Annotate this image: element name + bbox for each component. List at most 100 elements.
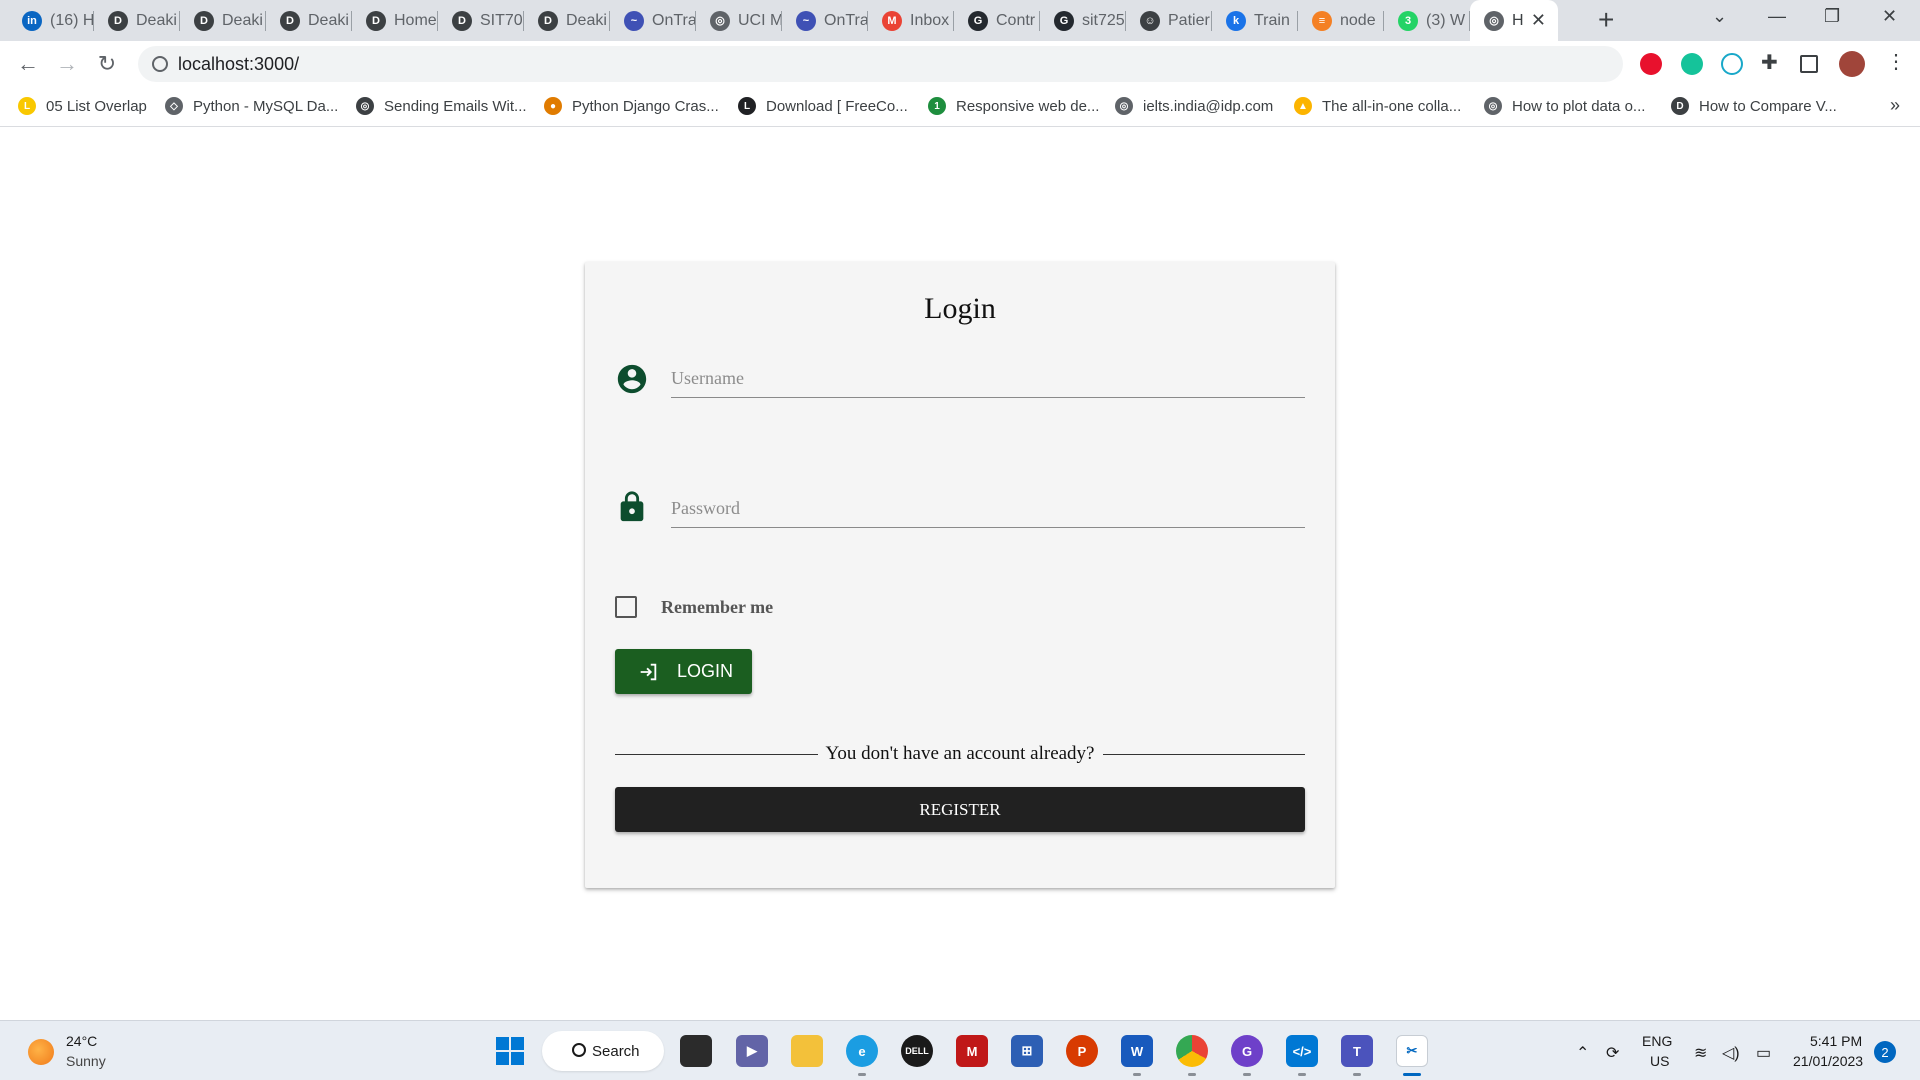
reload-button[interactable]: ↻ bbox=[93, 51, 121, 77]
browser-tab[interactable]: D Home bbox=[352, 0, 438, 41]
new-tab-button[interactable]: + bbox=[1598, 6, 1614, 34]
browser-tab[interactable]: Gsit725 bbox=[1040, 0, 1126, 41]
password-field[interactable] bbox=[671, 484, 1305, 528]
password-input[interactable] bbox=[671, 484, 1305, 527]
clock-date[interactable]: 21/01/2023 bbox=[1793, 1053, 1863, 1069]
profile-avatar[interactable] bbox=[1839, 51, 1865, 77]
bookmark-item[interactable]: L 05 List Overlap bbox=[18, 97, 147, 115]
word-icon[interactable]: W bbox=[1121, 1035, 1153, 1067]
volume-icon[interactable]: ◁) bbox=[1722, 1043, 1740, 1063]
weather-description[interactable]: Sunny bbox=[66, 1053, 106, 1069]
github-desktop-icon[interactable]: G bbox=[1231, 1035, 1263, 1067]
bookmark-label: ielts.india@idp.com bbox=[1143, 97, 1274, 115]
battery-icon[interactable]: ▭ bbox=[1756, 1043, 1771, 1063]
browser-tab[interactable]: ◎ UCI M bbox=[696, 0, 782, 41]
address-bar[interactable]: localhost:3000/ bbox=[138, 46, 1623, 82]
site-info-icon[interactable] bbox=[152, 56, 168, 72]
tab-search-icon[interactable]: ⌄ bbox=[1712, 6, 1727, 27]
weather-temperature[interactable]: 24°C bbox=[66, 1033, 97, 1049]
grammarly-extension-icon[interactable] bbox=[1681, 53, 1703, 75]
bookmark-item[interactable]: 1 Responsive web de... bbox=[928, 97, 1099, 115]
username-field[interactable] bbox=[671, 354, 1305, 398]
gmail-icon: M bbox=[882, 10, 902, 31]
minimize-button[interactable]: — bbox=[1768, 6, 1786, 27]
bookmark-label: How to plot data o... bbox=[1512, 97, 1646, 115]
chrome-icon[interactable] bbox=[1176, 1035, 1208, 1067]
taskbar-search-label: Search bbox=[592, 1042, 640, 1060]
browser-tab[interactable]: ~ OnTra bbox=[610, 0, 696, 41]
username-input[interactable] bbox=[671, 354, 1305, 397]
login-button[interactable]: LOGIN bbox=[615, 649, 752, 694]
dell-icon[interactable]: DELL bbox=[901, 1035, 933, 1067]
show-hidden-icons-chevron[interactable]: ⌃ bbox=[1576, 1043, 1589, 1063]
extensions-puzzle-icon[interactable]: ✚ bbox=[1761, 50, 1783, 74]
clock-time[interactable]: 5:41 PM bbox=[1810, 1033, 1862, 1049]
close-window-button[interactable]: ✕ bbox=[1882, 6, 1897, 27]
bookmark-item[interactable]: ◎ How to plot data o... bbox=[1484, 97, 1645, 115]
bookmark-item[interactable]: ◇ Python - MySQL Da... bbox=[165, 97, 338, 115]
windows-start-icon[interactable] bbox=[494, 1035, 526, 1067]
browser-tab[interactable]: ≡ node bbox=[1298, 0, 1384, 41]
bookmark-label: Download [ FreeCo... bbox=[766, 97, 908, 115]
browser-tab[interactable]: D Deaki bbox=[180, 0, 266, 41]
restore-button[interactable]: ❐ bbox=[1824, 6, 1840, 27]
input-language[interactable]: ENG bbox=[1642, 1033, 1672, 1049]
browser-tab[interactable]: M Inbox bbox=[868, 0, 954, 41]
address-url[interactable]: localhost:3000/ bbox=[178, 54, 299, 75]
login-arrow-icon bbox=[640, 663, 657, 680]
browser-tab[interactable]: ~ OnTra bbox=[782, 0, 868, 41]
forward-button[interactable]: → bbox=[53, 51, 81, 77]
edge-icon[interactable]: e bbox=[846, 1035, 878, 1067]
close-tab-icon[interactable]: ✕ bbox=[1531, 10, 1546, 31]
bookmark-item[interactable]: ● Python Django Cras... bbox=[544, 97, 719, 115]
diamond-icon: ◇ bbox=[165, 97, 183, 115]
deakin-icon: D bbox=[1671, 97, 1689, 115]
browser-tab[interactable]: D Deaki bbox=[94, 0, 180, 41]
vscode-icon[interactable]: </> bbox=[1286, 1035, 1318, 1067]
opera-extension-icon[interactable] bbox=[1640, 53, 1662, 75]
bookmark-item[interactable]: ◎ ielts.india@idp.com bbox=[1115, 97, 1273, 115]
teams-icon[interactable]: T bbox=[1341, 1035, 1373, 1067]
microsoft-store-icon[interactable]: ⊞ bbox=[1011, 1035, 1043, 1067]
task-view-icon[interactable] bbox=[680, 1035, 712, 1067]
deakin-icon: D bbox=[538, 10, 558, 31]
browser-tab[interactable]: D Deaki bbox=[524, 0, 610, 41]
back-button[interactable]: ← bbox=[14, 51, 42, 77]
globe-icon: ◎ bbox=[1484, 97, 1502, 115]
bookmark-item[interactable]: D How to Compare V... bbox=[1671, 97, 1837, 115]
register-button[interactable]: REGISTER bbox=[615, 787, 1305, 832]
browser-tab[interactable]: ◎ H ✕ bbox=[1470, 0, 1558, 41]
snipping-tool-icon[interactable]: ✂ bbox=[1396, 1035, 1428, 1067]
notification-badge[interactable]: 2 bbox=[1874, 1041, 1896, 1063]
bookmark-item[interactable]: ◎ Sending Emails Wit... bbox=[356, 97, 527, 115]
powerpoint-icon[interactable]: P bbox=[1066, 1035, 1098, 1067]
browser-tab[interactable]: in (16) H bbox=[8, 0, 94, 41]
remember-me-row[interactable]: Remember me bbox=[615, 596, 773, 618]
bookmark-item[interactable]: L Download [ FreeCo... bbox=[738, 97, 908, 115]
teams-chat-icon[interactable]: ▶ bbox=[736, 1035, 768, 1067]
mcafee-icon[interactable]: M bbox=[956, 1035, 988, 1067]
remember-me-label[interactable]: Remember me bbox=[661, 597, 773, 618]
browser-menu-icon[interactable]: ⋮ bbox=[1886, 49, 1908, 73]
side-panel-icon[interactable] bbox=[1800, 55, 1818, 73]
network-extension-icon[interactable] bbox=[1721, 53, 1743, 75]
search-icon bbox=[572, 1043, 586, 1057]
login-title: Login bbox=[924, 292, 996, 325]
weather-sun-icon[interactable] bbox=[28, 1039, 54, 1065]
bookmark-item[interactable]: ▲ The all-in-one colla... bbox=[1294, 97, 1461, 115]
file-explorer-icon[interactable] bbox=[791, 1035, 823, 1067]
browser-tab[interactable]: D SIT70 bbox=[438, 0, 524, 41]
sync-icon[interactable]: ⟳ bbox=[1606, 1043, 1619, 1063]
bookmark-label: How to Compare V... bbox=[1699, 97, 1837, 115]
browser-tab[interactable]: ☺ Patier bbox=[1126, 0, 1212, 41]
bookmarks-overflow-button[interactable]: » bbox=[1890, 95, 1900, 116]
browser-tab[interactable]: k Train bbox=[1212, 0, 1298, 41]
wifi-icon[interactable]: ≋ bbox=[1694, 1043, 1707, 1063]
browser-tab[interactable]: 3 (3) W bbox=[1384, 0, 1470, 41]
browser-tab[interactable]: D Deaki bbox=[266, 0, 352, 41]
browser-tab[interactable]: G Contr bbox=[954, 0, 1040, 41]
input-region[interactable]: US bbox=[1650, 1053, 1669, 1069]
deakin-icon: D bbox=[452, 10, 472, 31]
taskbar-search[interactable]: Search bbox=[542, 1031, 664, 1071]
remember-me-checkbox[interactable] bbox=[615, 596, 637, 618]
